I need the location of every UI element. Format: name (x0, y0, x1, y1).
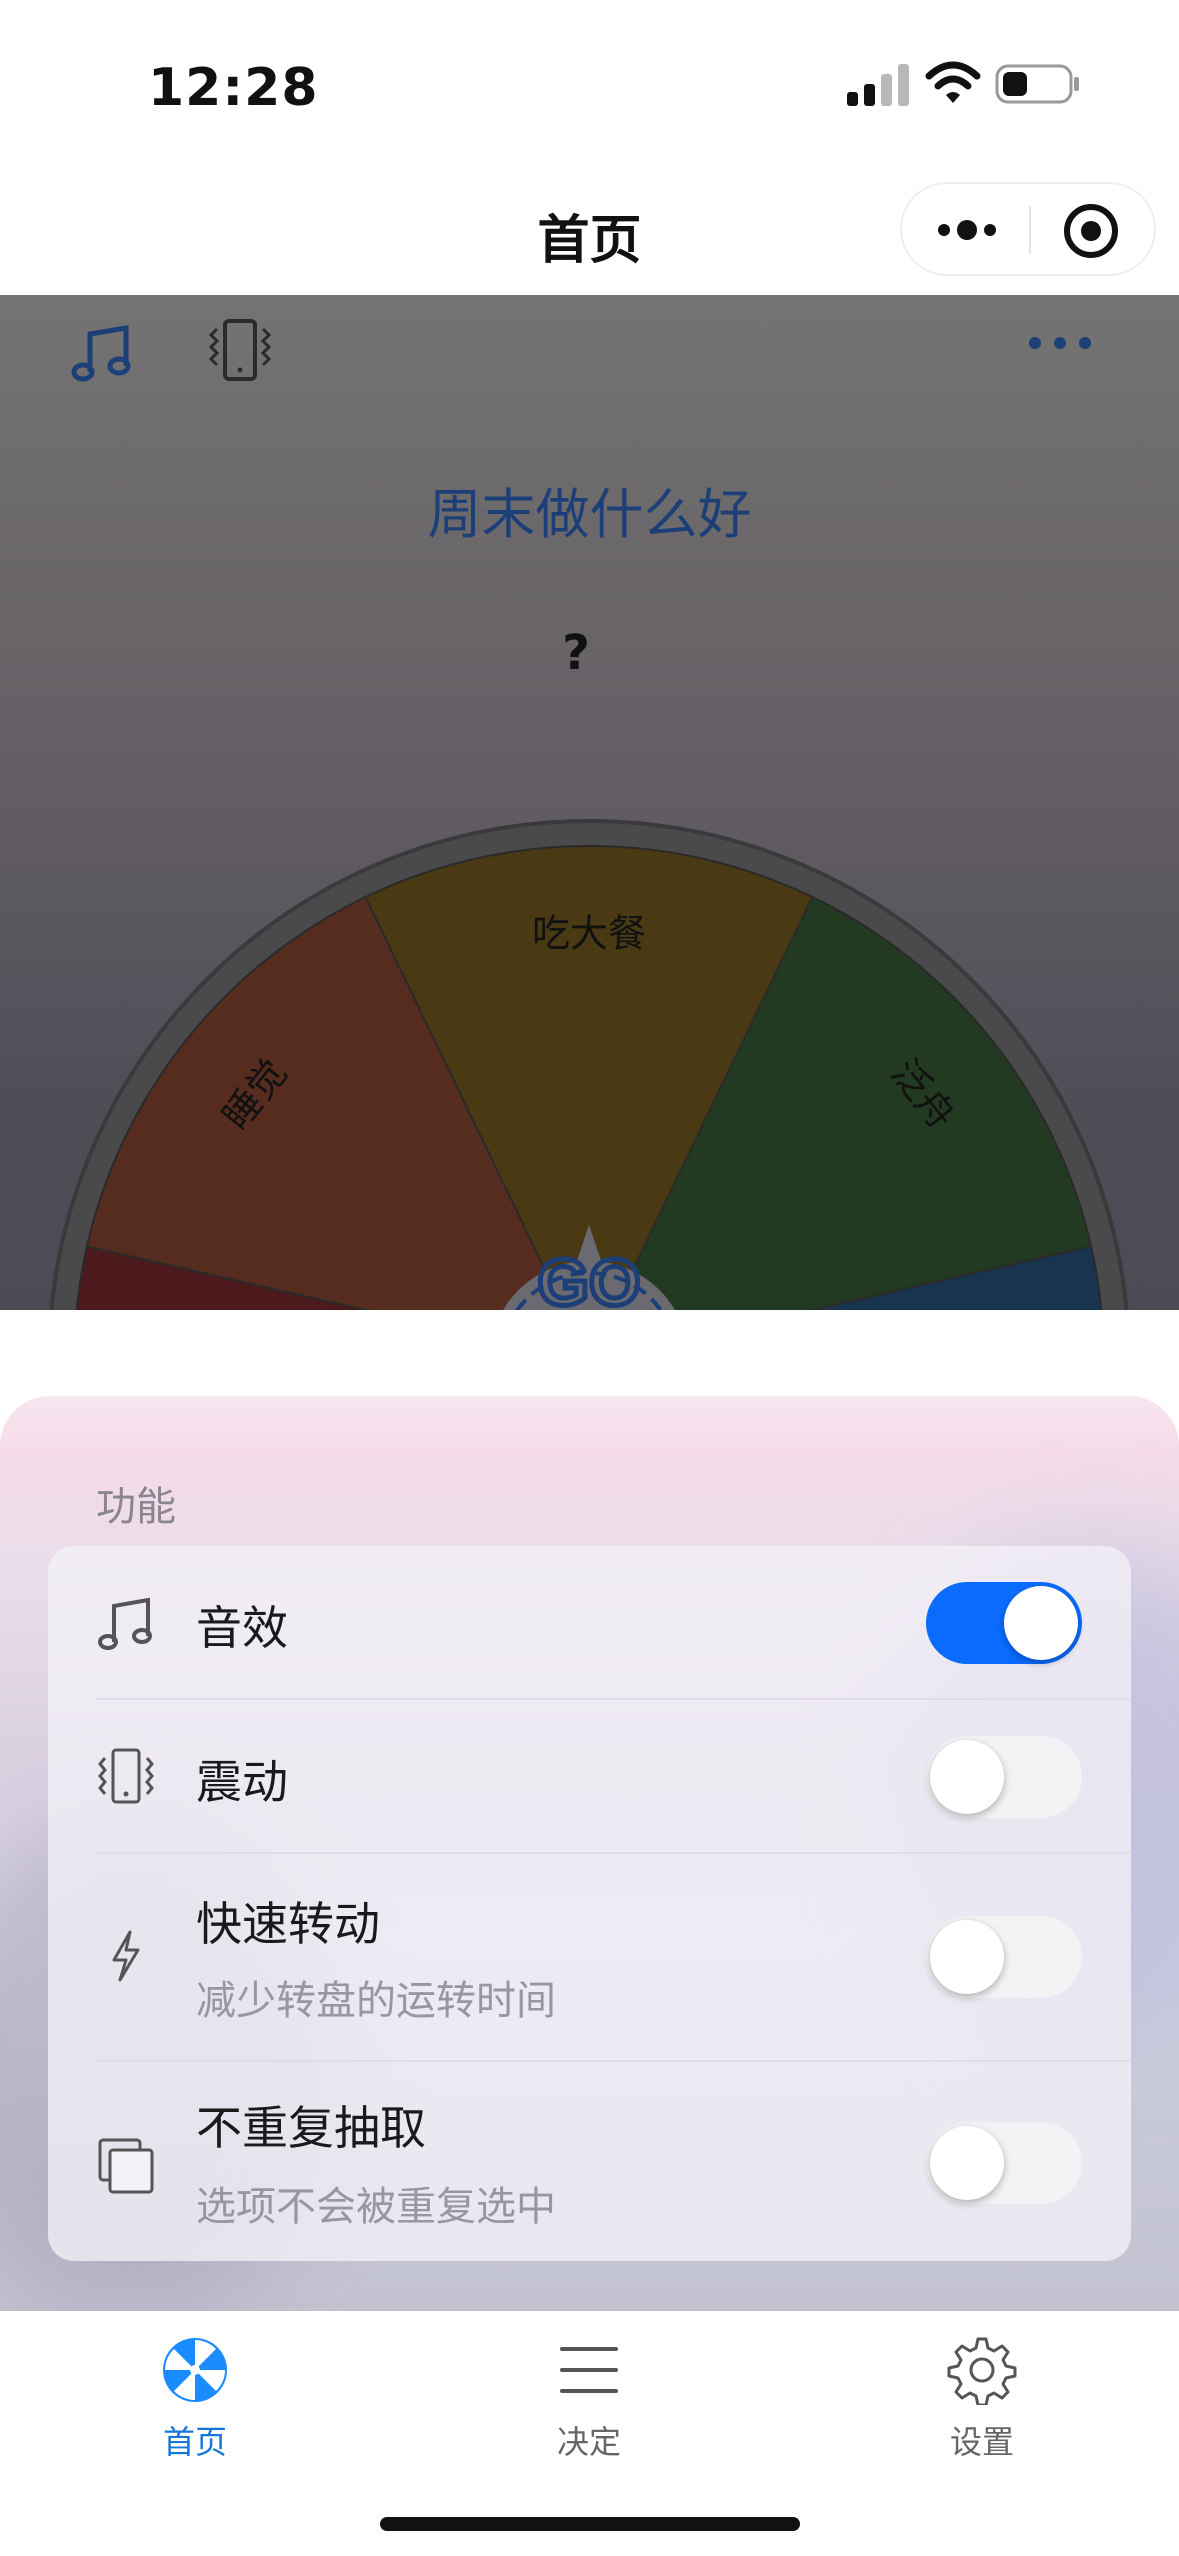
tab-label: 决定 (556, 2423, 621, 2461)
spin-wheel[interactable]: 逛街睡觉吃大餐泛舟看电影 GO (0, 295, 1179, 1310)
tab-home[interactable]: 首页 (75, 2325, 315, 2465)
tab-label: 设置 (949, 2423, 1014, 2461)
setting-subtitle: 减少转盘的运转时间 (196, 1978, 556, 2024)
setting-row-no-repeat[interactable]: 不重复抽取 选项不会被重复选中 (48, 2062, 1131, 2261)
music-note-icon (98, 1597, 152, 1650)
setting-subtitle: 选项不会被重复选中 (196, 2184, 556, 2230)
status-time: 12:28 (148, 58, 319, 118)
settings-sheet: 功能 音效 震动 快速转动 减少转盘的运转时间 不重复抽取 选项不会被重复选中 (0, 1396, 1179, 2311)
gear-icon (947, 2337, 1017, 2405)
setting-row-sound[interactable]: 音效 (48, 1546, 1131, 1698)
mini-program-capsule (900, 182, 1156, 276)
setting-row-vibrate[interactable]: 震动 (48, 1700, 1131, 1852)
more-options-icon[interactable] (932, 206, 1002, 254)
lightning-icon (112, 1930, 140, 1982)
section-label: 功能 (96, 1484, 176, 1530)
close-miniprogram-icon[interactable] (1062, 202, 1120, 260)
home-indicator (380, 2517, 800, 2531)
wheel-segment-label: 吃大餐 (532, 912, 646, 956)
no-repeat-toggle[interactable] (926, 2122, 1082, 2204)
vibrate-icon (98, 1748, 154, 1804)
wheel-icon (163, 2338, 227, 2402)
tab-decide[interactable]: 决定 (469, 2325, 709, 2465)
tab-label: 首页 (162, 2423, 227, 2461)
sound-toggle[interactable] (926, 1582, 1082, 1664)
copy-icon (98, 2138, 154, 2194)
wheel-page: 周末做什么好 ? 逛街睡觉吃大餐泛舟看电影 GO (0, 295, 1179, 1310)
setting-title: 快速转动 (196, 1897, 380, 1951)
menu-icon (560, 2347, 618, 2393)
capsule-divider (1029, 206, 1031, 254)
setting-title: 音效 (196, 1601, 288, 1655)
fast-spin-toggle[interactable] (926, 1916, 1082, 1998)
battery-icon (995, 64, 1079, 104)
setting-title: 不重复抽取 (196, 2101, 426, 2155)
status-bar: 12:28 (0, 0, 1179, 170)
setting-title: 震动 (196, 1755, 288, 1809)
tab-settings[interactable]: 设置 (862, 2325, 1102, 2465)
wifi-icon (925, 61, 981, 103)
setting-row-fast-spin[interactable]: 快速转动 减少转盘的运转时间 (48, 1854, 1131, 2060)
cellular-signal-icon (847, 64, 909, 106)
go-label: GO (538, 1245, 641, 1310)
nav-bar: 首页 (0, 170, 1179, 295)
settings-card: 音效 震动 快速转动 减少转盘的运转时间 不重复抽取 选项不会被重复选中 (48, 1546, 1131, 2261)
vibrate-toggle[interactable] (926, 1736, 1082, 1818)
